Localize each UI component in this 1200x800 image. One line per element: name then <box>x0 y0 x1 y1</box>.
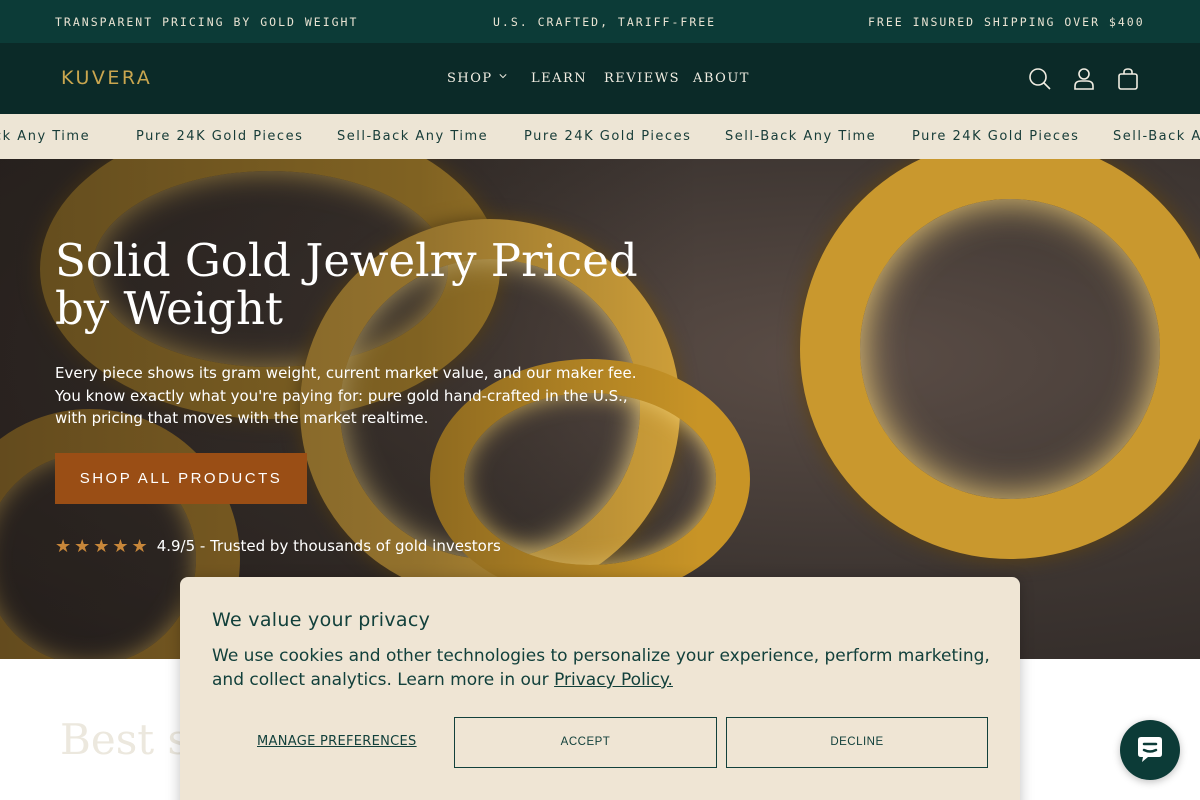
account-icon[interactable] <box>1072 67 1096 91</box>
hero-title: Solid Gold Jewelry Priced by Weight <box>55 234 638 335</box>
hero-description: Every piece shows its gram weight, curre… <box>55 364 637 427</box>
feature-marquee: ck Any Time Pure 24K Gold Pieces Sell-Ba… <box>0 114 1200 159</box>
nav-learn[interactable]: LEARN <box>531 71 587 86</box>
chat-bubble-icon <box>1138 737 1162 762</box>
decline-button[interactable]: DECLINE <box>726 717 988 768</box>
rating-text: 4.9/5 - Trusted by thousands of gold inv… <box>156 537 501 555</box>
marquee-item: Pure 24K Gold Pieces <box>912 129 1080 144</box>
chevron-down-icon <box>499 74 507 79</box>
site-header: KUVERA SHOP LEARN REVIEWS ABOUT <box>0 43 1200 114</box>
nav-reviews[interactable]: REVIEWS <box>604 71 680 86</box>
manage-preferences-link[interactable]: MANAGE PREFERENCES <box>257 734 417 749</box>
marquee-item: Sell-Back Any Time <box>337 129 489 144</box>
nav-shop-label: SHOP <box>447 71 493 86</box>
shop-all-products-button[interactable]: SHOP ALL PRODUCTS <box>55 453 307 504</box>
nav-shop[interactable]: SHOP <box>447 71 507 86</box>
announcement-right: FREE INSURED SHIPPING OVER $400 <box>868 15 1145 29</box>
announcement-bar: TRANSPARENT PRICING BY GOLD WEIGHT U.S. … <box>0 0 1200 43</box>
marquee-item: Sell-Back Any Time <box>725 129 877 144</box>
announcement-center: U.S. CRAFTED, TARIFF-FREE <box>493 15 717 29</box>
announcement-left: TRANSPARENT PRICING BY GOLD WEIGHT <box>55 15 359 29</box>
cookie-title: We value your privacy <box>212 609 431 631</box>
logo[interactable]: KUVERA <box>61 67 152 89</box>
marquee-item: Pure 24K Gold Pieces <box>136 129 304 144</box>
marquee-item: ck Any Time <box>0 129 91 144</box>
cookie-consent-banner: We value your privacy We use cookies and… <box>180 577 1020 800</box>
accept-button[interactable]: ACCEPT <box>454 717 717 768</box>
marquee-item: Pure 24K Gold Pieces <box>524 129 692 144</box>
marquee-item: Sell-Back An <box>1113 129 1200 144</box>
star-rating-icon: ★★★★★ <box>55 536 151 557</box>
nav-about[interactable]: ABOUT <box>693 71 750 86</box>
cart-icon[interactable] <box>1116 67 1140 91</box>
privacy-policy-link[interactable]: Privacy Policy. <box>554 670 673 690</box>
cookie-text: We use cookies and other technologies to… <box>212 644 992 692</box>
chat-button[interactable] <box>1120 720 1180 780</box>
rating-row: ★★★★★ 4.9/5 - Trusted by thousands of gol… <box>55 536 501 557</box>
search-icon[interactable] <box>1028 67 1052 91</box>
